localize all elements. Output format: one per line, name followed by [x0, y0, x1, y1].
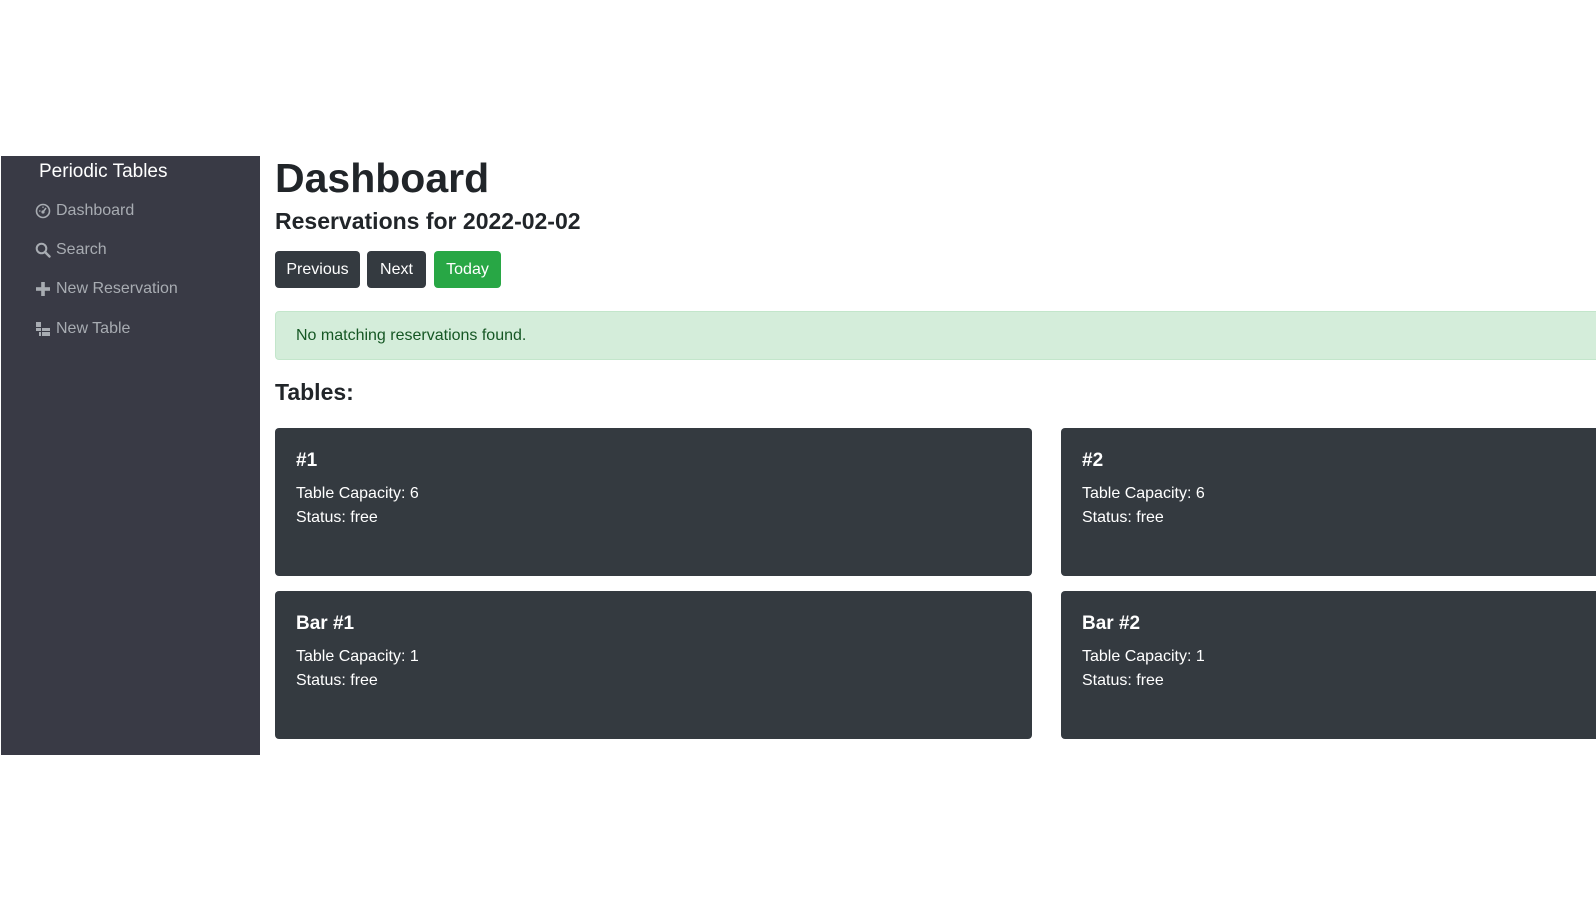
table-name: #2 [1082, 450, 1104, 471]
table-capacity: Table Capacity: 6 [296, 485, 419, 502]
dashboard-icon [35, 203, 56, 219]
plus-icon [35, 281, 56, 297]
sidebar-item-label: New Table [56, 320, 131, 337]
next-button[interactable]: Next [367, 251, 426, 288]
table-status: Status: free [1082, 672, 1164, 689]
table-name: Bar #2 [1082, 613, 1141, 634]
reservations-date-heading: Reservations for 2022-02-02 [275, 208, 581, 234]
sidebar-item-label: Dashboard [56, 202, 135, 219]
table-name: #1 [296, 450, 318, 471]
no-reservations-alert: No matching reservations found. [275, 311, 1596, 360]
table-status: Status: free [296, 672, 378, 689]
alert-message: No matching reservations found. [296, 326, 527, 344]
search-icon [35, 242, 56, 258]
table-card: Bar #2 Table Capacity: 1 Status: free [1061, 591, 1596, 739]
today-button[interactable]: Today [434, 251, 501, 288]
table-capacity: Table Capacity: 6 [1082, 485, 1205, 502]
previous-button[interactable]: Previous [275, 251, 360, 288]
table-icon [35, 321, 56, 337]
table-name: Bar #1 [296, 613, 355, 634]
brand-title[interactable]: Periodic Tables [39, 161, 168, 183]
table-status: Status: free [1082, 509, 1164, 526]
table-capacity: Table Capacity: 1 [296, 648, 419, 665]
sidebar-item-new-table[interactable]: New Table [35, 317, 130, 341]
sidebar-item-new-reservation[interactable]: New Reservation [35, 277, 178, 301]
table-card: #2 Table Capacity: 6 Status: free [1061, 428, 1596, 576]
sidebar-item-label: Search [56, 241, 107, 258]
sidebar-item-label: New Reservation [56, 280, 178, 297]
table-card: Bar #1 Table Capacity: 1 Status: free [275, 591, 1032, 739]
table-card: #1 Table Capacity: 6 Status: free [275, 428, 1032, 576]
sidebar-item-search[interactable]: Search [35, 238, 107, 262]
tables-heading: Tables: [275, 379, 354, 405]
table-capacity: Table Capacity: 1 [1082, 648, 1205, 665]
page-title: Dashboard [275, 155, 490, 201]
table-status: Status: free [296, 509, 378, 526]
sidebar-item-dashboard[interactable]: Dashboard [35, 199, 134, 223]
